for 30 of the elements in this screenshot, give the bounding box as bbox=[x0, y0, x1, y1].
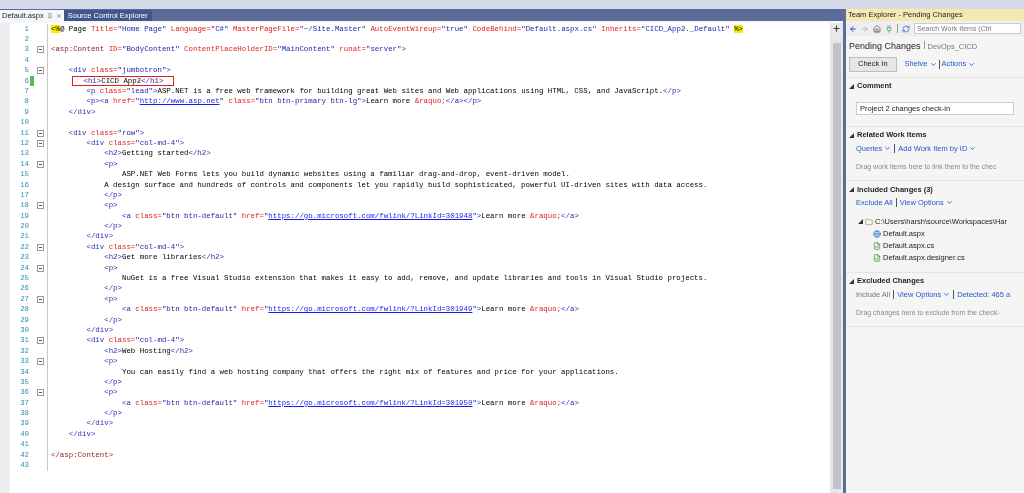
expand-icon[interactable] bbox=[849, 187, 854, 193]
collapse-icon[interactable] bbox=[37, 129, 44, 137]
back-icon[interactable] bbox=[849, 24, 857, 33]
collapse-icon[interactable] bbox=[37, 67, 44, 75]
panel-heading: Pending Changes bbox=[849, 40, 921, 53]
expand-icon[interactable] bbox=[858, 219, 863, 224]
collapse-icon[interactable] bbox=[37, 140, 44, 147]
home-icon[interactable] bbox=[873, 24, 881, 33]
dropdown-icon bbox=[968, 60, 976, 68]
collapse-icon[interactable] bbox=[37, 243, 44, 251]
vertical-scrollbar[interactable] bbox=[830, 23, 843, 493]
collapse-icon[interactable] bbox=[37, 337, 44, 345]
expand-icon[interactable] bbox=[849, 278, 854, 284]
refresh-icon[interactable] bbox=[902, 24, 910, 33]
code-file-icon bbox=[873, 253, 881, 262]
expand-icon[interactable] bbox=[849, 132, 854, 138]
collapse-icon[interactable] bbox=[37, 295, 44, 303]
collapse-icon[interactable] bbox=[37, 160, 44, 168]
collapse-icon[interactable] bbox=[37, 389, 44, 397]
collapse-icon[interactable] bbox=[37, 46, 44, 54]
code-file-icon bbox=[873, 241, 881, 250]
expand-icon[interactable] bbox=[849, 83, 854, 89]
collapse-icon[interactable] bbox=[37, 202, 44, 210]
dropdown-icon bbox=[929, 60, 937, 68]
folder-icon bbox=[865, 217, 873, 226]
split-icon[interactable] bbox=[832, 24, 841, 33]
scroll-thumb[interactable] bbox=[832, 43, 841, 489]
collapse-icon[interactable] bbox=[37, 264, 44, 272]
collapse-icon[interactable] bbox=[37, 358, 44, 366]
globe-icon bbox=[873, 229, 881, 238]
